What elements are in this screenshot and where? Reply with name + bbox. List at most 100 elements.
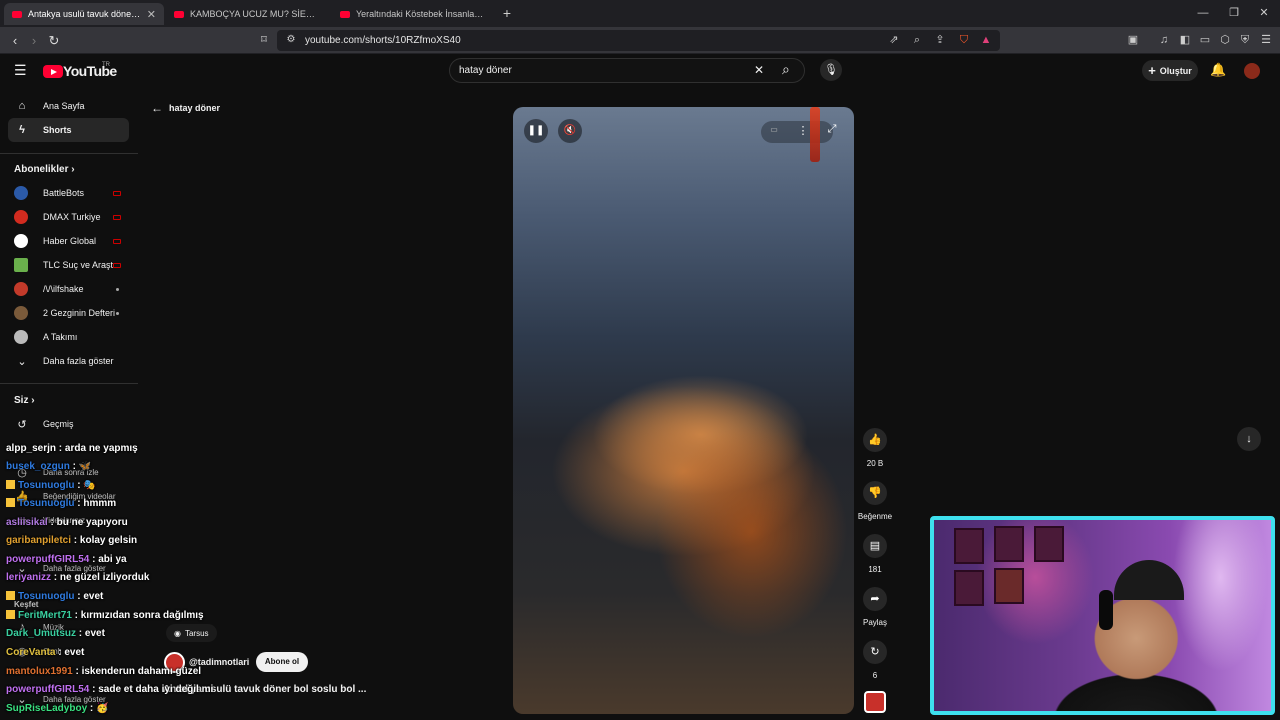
sidebar-toggle-icon[interactable]: ▣ xyxy=(1126,33,1140,47)
extensions-icon[interactable]: ⬡ xyxy=(1218,33,1232,47)
sidebar-divider xyxy=(0,153,138,154)
you-heading[interactable]: Siz › xyxy=(14,395,35,406)
avatar[interactable] xyxy=(1244,63,1260,79)
chat-message: Dark_Umutsuz : evet xyxy=(6,628,105,639)
subscription-item[interactable]: /\/\ilfshake xyxy=(8,277,129,301)
section-heading-label: Abonelikler xyxy=(14,164,69,175)
pause-button[interactable]: ❚❚ xyxy=(524,119,548,143)
tab-title: Antakya usulü tavuk döner bol s xyxy=(28,9,141,19)
brave-shield-icon[interactable]: ⛉ xyxy=(957,33,971,47)
sound-thumbnail[interactable] xyxy=(864,691,886,713)
wall-poster xyxy=(954,528,984,564)
comment-count: 181 xyxy=(868,565,882,574)
subscription-label: TLC Suç ve Araşt... xyxy=(43,260,121,270)
tab-title: KAMBOÇYA UCUZ MU? SİEM REAP'T xyxy=(190,9,318,19)
channel-avatar xyxy=(14,210,28,224)
search-icon[interactable]: ⌕ xyxy=(782,61,790,78)
share-page-icon[interactable]: ⇪ xyxy=(933,33,947,47)
media-icon[interactable]: ♫ xyxy=(1157,33,1171,47)
subscription-label: Haber Global xyxy=(43,236,97,246)
subscription-item[interactable]: TLC Suç ve Araşt... xyxy=(8,253,129,277)
home-icon: ⌂ xyxy=(18,100,26,112)
new-content-dot xyxy=(116,312,119,315)
tab-title: Yeraltındaki Köstebek İnsanlar'a Yolcu xyxy=(356,9,484,19)
short-video-player[interactable]: ❚❚ 🔇 ▭ ⋮ ⤢ xyxy=(513,107,854,714)
browser-tab[interactable]: Antakya usulü tavuk döner bol s ✕ xyxy=(4,3,164,25)
section-heading-label: Siz xyxy=(14,395,29,406)
sidebar-item-history[interactable]: ↺ Geçmiş xyxy=(8,412,129,436)
sidebar-item-label: Ana Sayfa xyxy=(43,101,85,111)
open-external-icon[interactable]: ⇗ xyxy=(887,33,901,47)
chat-message: Tosunuoglu : hmmm xyxy=(6,498,116,509)
subscription-item[interactable]: Haber Global xyxy=(8,229,129,253)
fullscreen-icon[interactable]: ⤢ xyxy=(823,123,841,136)
hamburger-menu-icon[interactable]: ☰ xyxy=(14,62,27,79)
comments-button[interactable]: ▤ xyxy=(863,534,887,558)
search-value[interactable]: hatay döner xyxy=(459,65,512,76)
youtube-logo-icon[interactable] xyxy=(43,65,63,78)
subscriptions-heading[interactable]: Abonelikler › xyxy=(14,164,75,175)
new-content-dot xyxy=(116,288,119,291)
clear-search-icon[interactable]: ✕ xyxy=(754,63,764,77)
mute-button[interactable]: 🔇 xyxy=(558,119,582,143)
subscribe-button[interactable]: Abone ol xyxy=(256,652,308,672)
browser-tab[interactable]: KAMBOÇYA UCUZ MU? SİEM REAP'T xyxy=(166,3,326,25)
browser-tab[interactable]: Yeraltındaki Köstebek İnsanlar'a Yolcu xyxy=(332,3,492,25)
shorts-icon: ϟ xyxy=(19,124,25,136)
show-more-button[interactable]: ⌄ Daha fazla göster xyxy=(8,349,129,373)
reader-icon[interactable]: ◧ xyxy=(1178,33,1192,47)
bookmark-icon[interactable]: ⌑ xyxy=(255,32,273,49)
live-indicator-icon xyxy=(113,239,121,244)
wall-poster xyxy=(994,526,1024,562)
back-icon[interactable]: ‹ xyxy=(6,32,24,49)
site-info-icon[interactable]: ⚙ xyxy=(284,33,298,47)
back-to-search-button[interactable]: ← hatay döner xyxy=(151,101,220,115)
create-button[interactable]: + Oluştur xyxy=(1142,60,1198,81)
next-short-button[interactable]: ↓ xyxy=(1237,427,1261,451)
youtube-favicon-icon xyxy=(12,10,22,18)
maximize-button[interactable]: ❐ xyxy=(1221,4,1247,22)
location-chip[interactable]: ◉ Tarsus xyxy=(166,624,217,642)
history-icon: ↺ xyxy=(17,418,27,431)
zoom-icon[interactable]: ⌕ xyxy=(910,33,924,47)
vpn-icon[interactable]: ⛨ xyxy=(1238,33,1252,47)
captions-icon[interactable]: ▭ xyxy=(765,125,783,134)
subscription-item[interactable]: A Takımı xyxy=(8,325,129,349)
menu-icon[interactable]: ☰ xyxy=(1259,33,1273,47)
chat-message: garibanpiletci : kolay gelsin xyxy=(6,535,138,546)
subscriber-badge-icon xyxy=(6,498,15,507)
subscription-item[interactable]: 2 Gezginin Defteri xyxy=(8,301,129,325)
chat-message: leriyanizz : ne güzel izliyorduk xyxy=(6,572,150,583)
share-button[interactable]: ➦ xyxy=(863,587,887,611)
close-tab-icon[interactable]: ✕ xyxy=(147,8,156,21)
sidebar-item-shorts[interactable]: ϟ Shorts xyxy=(8,118,129,142)
logo-region: TR xyxy=(102,62,110,68)
new-tab-button[interactable]: + xyxy=(494,4,520,22)
video-frame-detail xyxy=(810,107,820,162)
forward-icon[interactable]: › xyxy=(25,32,43,49)
microphone-icon[interactable]: 🎙 xyxy=(820,59,842,81)
create-label: Oluştur xyxy=(1159,65,1192,76)
sidebar-item-home[interactable]: ⌂ Ana Sayfa xyxy=(8,94,129,118)
like-button[interactable]: 👍 xyxy=(863,428,887,452)
dislike-button[interactable]: 👎 xyxy=(863,481,887,505)
wallet-icon[interactable]: ▭ xyxy=(1198,33,1212,47)
subscription-item[interactable]: BattleBots xyxy=(8,181,129,205)
channel-avatar xyxy=(14,330,28,344)
channel-avatar xyxy=(14,186,28,200)
notifications-bell-icon[interactable]: 🔔 xyxy=(1210,62,1226,78)
rewards-icon[interactable]: ▲ xyxy=(979,33,993,47)
chat-message: mantolux1991 : iskenderun dahamı güzel xyxy=(6,666,202,677)
remix-button[interactable]: ↻ xyxy=(863,640,887,664)
dislike-label: Beğenme xyxy=(857,512,893,521)
reload-icon[interactable]: ↻ xyxy=(45,32,63,49)
close-window-button[interactable]: ✕ xyxy=(1251,4,1277,22)
minimize-button[interactable]: — xyxy=(1190,4,1216,22)
subscriber-badge-icon xyxy=(6,610,15,619)
share-label: Paylaş xyxy=(862,618,887,627)
subscription-item[interactable]: DMAX Turkiye xyxy=(8,205,129,229)
url-text[interactable]: youtube.com/shorts/10RZfmoXS40 xyxy=(305,35,461,46)
subscriber-badge-icon xyxy=(6,480,15,489)
chat-message: Tosunuoglu : evet xyxy=(6,591,103,602)
wall-poster xyxy=(1034,526,1064,562)
